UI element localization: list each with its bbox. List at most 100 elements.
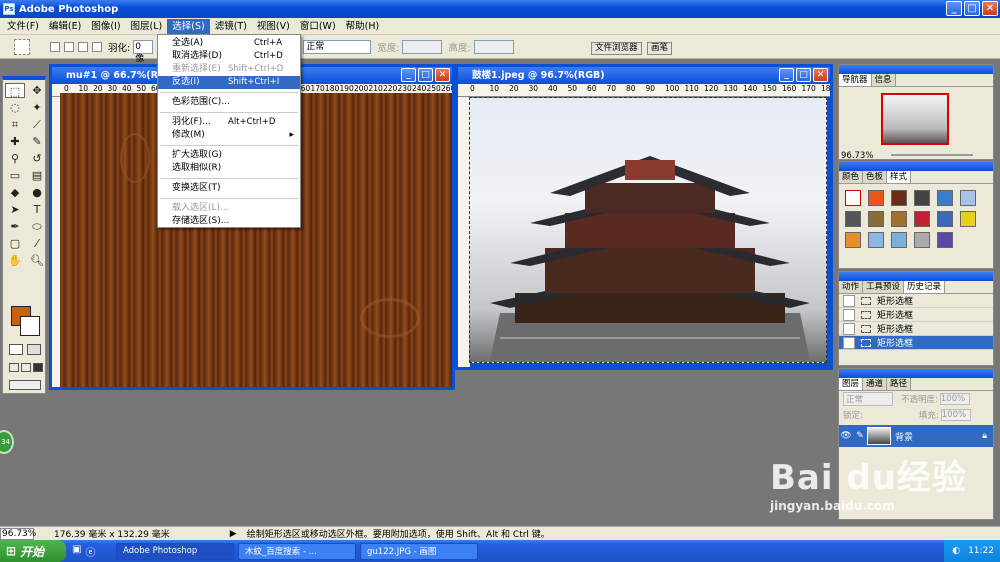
screen-mode-black-icon[interactable] <box>33 363 43 372</box>
menu-image[interactable]: 图像(I) <box>86 19 125 34</box>
blend-mode-select[interactable]: 正常 <box>843 392 893 406</box>
tab-styles[interactable]: 样式 <box>887 171 912 183</box>
screen-mode-full-icon[interactable] <box>21 363 31 372</box>
doc-maximize-button[interactable]: □ <box>796 68 811 82</box>
history-brush-icon[interactable]: ↺ <box>27 151 47 166</box>
start-button[interactable]: ⊞ 开始 <box>0 540 66 562</box>
ie-icon[interactable]: ⓔ <box>85 544 95 559</box>
doc-maximize-button[interactable]: □ <box>418 68 433 82</box>
style-select[interactable]: 正常 <box>303 39 372 54</box>
close-button[interactable]: ✕ <box>982 1 998 16</box>
width-input[interactable] <box>402 39 443 54</box>
select-menu-item[interactable]: 羽化(F)... Alt+Ctrl+D <box>158 116 300 129</box>
brushes-tab[interactable]: 画笔 <box>647 42 673 55</box>
style-swatch[interactable] <box>937 211 953 227</box>
intersect-selection-icon[interactable] <box>92 41 102 52</box>
opacity-input[interactable]: 100% <box>939 393 970 405</box>
history-item[interactable]: 矩形选框 <box>839 294 993 308</box>
add-selection-icon[interactable] <box>64 41 74 52</box>
menu-edit[interactable]: 编辑(E) <box>44 19 86 34</box>
tab-swatches[interactable]: 色板 <box>863 171 888 183</box>
lasso-tool-icon[interactable]: ◌ <box>5 100 25 115</box>
type-tool-icon[interactable]: T <box>27 202 47 217</box>
height-input[interactable] <box>473 39 514 54</box>
tab-paths[interactable]: 路径 <box>887 378 912 390</box>
navigator-thumbnail[interactable] <box>881 93 949 145</box>
clone-stamp-icon[interactable]: ⚲ <box>5 151 25 166</box>
tab-color[interactable]: 颜色 <box>839 171 864 183</box>
magic-wand-icon[interactable]: ✦ <box>27 100 47 115</box>
select-menu-item[interactable]: 存储选区(S)... <box>158 215 300 228</box>
quickmask-mode-icon[interactable] <box>27 344 41 355</box>
subtract-selection-icon[interactable] <box>78 41 88 52</box>
eye-icon[interactable]: 👁︎ <box>839 431 853 441</box>
pen-tool-icon[interactable]: ✒ <box>5 219 25 234</box>
eraser-tool-icon[interactable]: ▭ <box>5 168 25 183</box>
task-photoshop[interactable]: Adobe Photoshop <box>116 542 234 560</box>
notes-tool-icon[interactable]: ▢ <box>5 236 25 251</box>
select-menu-item[interactable]: 取消选择(D) Ctrl+D <box>158 50 300 63</box>
jump-to-imageready-icon[interactable] <box>9 380 41 390</box>
style-swatch[interactable] <box>960 190 976 206</box>
tray-icon[interactable]: ◐ <box>952 546 960 556</box>
maximize-button[interactable]: □ <box>964 1 980 16</box>
menu-select[interactable]: 选择(S) <box>167 18 210 34</box>
minimize-button[interactable]: _ <box>946 1 962 16</box>
style-swatch[interactable] <box>868 211 884 227</box>
show-desktop-icon[interactable]: ▣ <box>72 544 81 559</box>
tab-history[interactable]: 历史记录 <box>904 281 946 293</box>
shape-tool-icon[interactable]: ⬭ <box>27 219 47 234</box>
background-color-swatch[interactable] <box>20 316 40 336</box>
menu-file[interactable]: 文件(F) <box>2 19 44 34</box>
menu-help[interactable]: 帮助(H) <box>341 19 385 34</box>
tab-actions[interactable]: 动作 <box>839 281 864 293</box>
menu-layer[interactable]: 图层(L) <box>126 19 168 34</box>
select-menu-item[interactable]: 修改(M) ▸ <box>158 129 300 142</box>
style-swatch[interactable] <box>868 190 884 206</box>
style-swatch[interactable] <box>960 211 976 227</box>
tab-channels[interactable]: 通道 <box>863 378 888 390</box>
style-swatch[interactable] <box>891 211 907 227</box>
style-swatch[interactable] <box>891 232 907 248</box>
task-paint[interactable]: gu122.JPG - 画图 <box>360 542 478 560</box>
screen-mode-icon[interactable] <box>9 363 19 372</box>
menu-view[interactable]: 视图(V) <box>252 19 295 34</box>
select-menu-item[interactable]: 全选(A) Ctrl+A <box>158 37 300 50</box>
tab-tool-presets[interactable]: 工具预设 <box>863 281 905 293</box>
style-swatch[interactable] <box>891 190 907 206</box>
layer-row-background[interactable]: 👁︎ ✎ 背景 🔒︎ <box>839 425 993 447</box>
crop-tool-icon[interactable]: ⌗ <box>5 117 25 132</box>
tab-info[interactable]: 信息 <box>871 74 896 86</box>
slice-tool-icon[interactable]: ⟋ <box>27 117 47 132</box>
eyedropper-icon[interactable]: ⁄ <box>27 236 47 251</box>
select-menu-item[interactable]: 变换选区(T) <box>158 182 300 195</box>
menu-filter[interactable]: 滤镜(T) <box>210 19 252 34</box>
history-item-selected[interactable]: 矩形选框 <box>839 336 993 350</box>
doc-close-button[interactable]: ✕ <box>435 68 450 82</box>
style-swatch[interactable] <box>868 232 884 248</box>
style-swatch[interactable] <box>937 190 953 206</box>
doc-close-button[interactable]: ✕ <box>813 68 828 82</box>
navigator-zoom-slider[interactable] <box>891 154 973 156</box>
gradient-tool-icon[interactable]: ▤ <box>27 168 47 183</box>
style-none[interactable] <box>845 190 861 206</box>
standard-mode-icon[interactable] <box>9 344 23 355</box>
style-swatch[interactable] <box>914 211 930 227</box>
fill-input[interactable]: 100% <box>940 409 971 421</box>
menu-window[interactable]: 窗口(W) <box>295 19 341 34</box>
zoom-tool-icon[interactable]: 🔍︎ <box>27 253 47 268</box>
history-item[interactable]: 矩形选框 <box>839 308 993 322</box>
style-swatch[interactable] <box>845 232 861 248</box>
move-tool-icon[interactable]: ✥ <box>27 83 47 98</box>
style-swatch[interactable] <box>914 190 930 206</box>
select-menu-item[interactable]: 扩大选取(G) <box>158 149 300 162</box>
history-item[interactable]: 矩形选框 <box>839 322 993 336</box>
blur-tool-icon[interactable]: ◆ <box>5 185 25 200</box>
select-menu-item[interactable]: 选取相似(R) <box>158 162 300 175</box>
doc-minimize-button[interactable]: _ <box>401 68 416 82</box>
style-swatch[interactable] <box>845 211 861 227</box>
marquee-tool-icon[interactable] <box>14 38 30 55</box>
style-swatch[interactable] <box>914 232 930 248</box>
navigator-zoom[interactable]: 96.73% <box>841 151 873 161</box>
hand-tool-icon[interactable]: ✋ <box>5 253 25 268</box>
